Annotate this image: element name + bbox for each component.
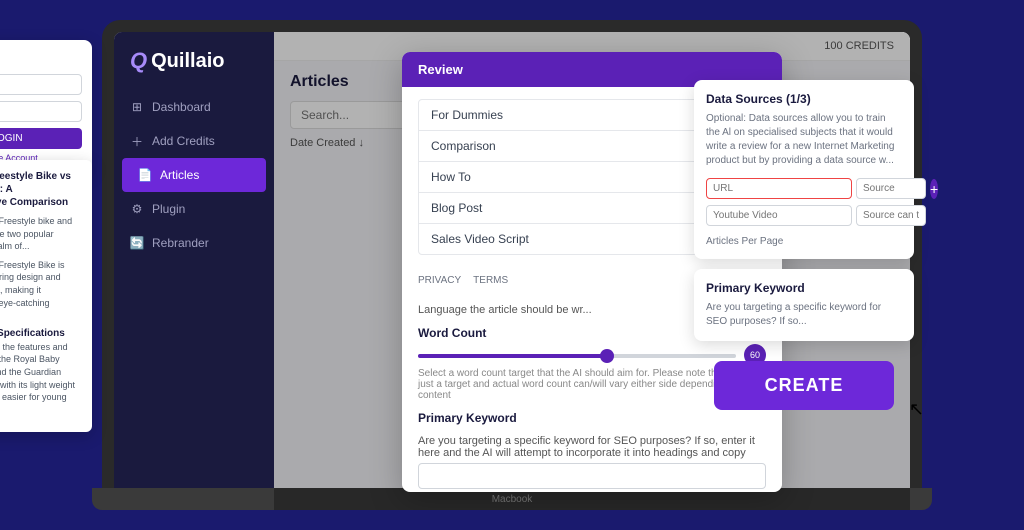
slider-container [418, 345, 736, 366]
sidebar-item-plugin[interactable]: ⚙ Plugin [114, 192, 274, 226]
sidebar-item-dashboard[interactable]: ⊞ Dashboard [114, 90, 274, 124]
source-row-1: + [706, 178, 902, 199]
primary-keyword-input[interactable] [418, 463, 766, 489]
create-btn-wrapper: CREATE ↖ [694, 361, 914, 410]
dashboard-icon: ⊞ [130, 100, 144, 114]
terms-link[interactable]: TERMS [473, 275, 508, 286]
sidebar: Q Quillaio ⊞ Dashboard ＋ Add Credits 📄 A… [114, 32, 274, 510]
source-row-2 [706, 205, 902, 226]
sidebar-item-add-credits[interactable]: ＋ Add Credits [114, 124, 274, 158]
login-button[interactable]: LOGIN [0, 128, 82, 149]
privacy-link[interactable]: PRIVACY [418, 275, 461, 286]
features-heading: Features and Specifications [0, 328, 82, 339]
word-count-slider[interactable] [418, 354, 736, 358]
article-preview-card: Royal Baby Freestyle Bike vs Guardian Bi… [0, 160, 92, 432]
pk-panel-title: Primary Keyword [706, 281, 902, 295]
primary-keyword-title: Primary Keyword [418, 411, 766, 425]
plugin-icon: ⚙ [130, 202, 144, 216]
data-sources-title: Data Sources (1/3) [706, 92, 902, 106]
login-logo: Q Quillaio [0, 50, 82, 66]
source-type-input[interactable] [856, 178, 926, 199]
rebrander-icon: 🔄 [130, 236, 144, 250]
email-input[interactable] [0, 74, 82, 95]
article-title: Royal Baby Freestyle Bike vs Guardian Bi… [0, 170, 82, 209]
articles-icon: 📄 [138, 168, 152, 182]
articles-per-page-label: Articles Per Page [706, 236, 902, 247]
pk-panel-text: Are you targeting a specific keyword for… [706, 301, 902, 329]
source-url-input[interactable] [706, 178, 852, 199]
source-add-button[interactable]: + [930, 179, 938, 199]
source-can-test-input[interactable] [856, 205, 926, 226]
primary-keyword-panel: Primary Keyword Are you targeting a spec… [694, 269, 914, 341]
sidebar-item-articles[interactable]: 📄 Articles [122, 158, 266, 192]
credits-icon: ＋ [130, 134, 144, 148]
sidebar-logo: Q Quillaio [114, 48, 274, 90]
cursor-icon: ↖ [909, 399, 924, 420]
data-sources-panel: Data Sources (1/3) Optional: Data source… [694, 80, 914, 259]
login-card: Q Quillaio LOGIN Create Account [0, 40, 92, 173]
data-sources-note: Optional: Data sources allow you to trai… [706, 112, 902, 168]
password-input[interactable] [0, 101, 82, 122]
youtube-input[interactable] [706, 205, 852, 226]
article-text-2: The Royal Baby Freestyle Bike is known f… [0, 259, 82, 322]
primary-keyword-note: Are you targeting a specific keyword for… [418, 435, 766, 459]
article-text-1: The Royal Baby Freestyle bike and Guardi… [0, 215, 82, 253]
sidebar-item-rebrander[interactable]: 🔄 Rebrander [114, 226, 274, 260]
create-button[interactable]: CREATE [714, 361, 894, 410]
article-text-3: When comparing the features and specific… [0, 341, 82, 417]
